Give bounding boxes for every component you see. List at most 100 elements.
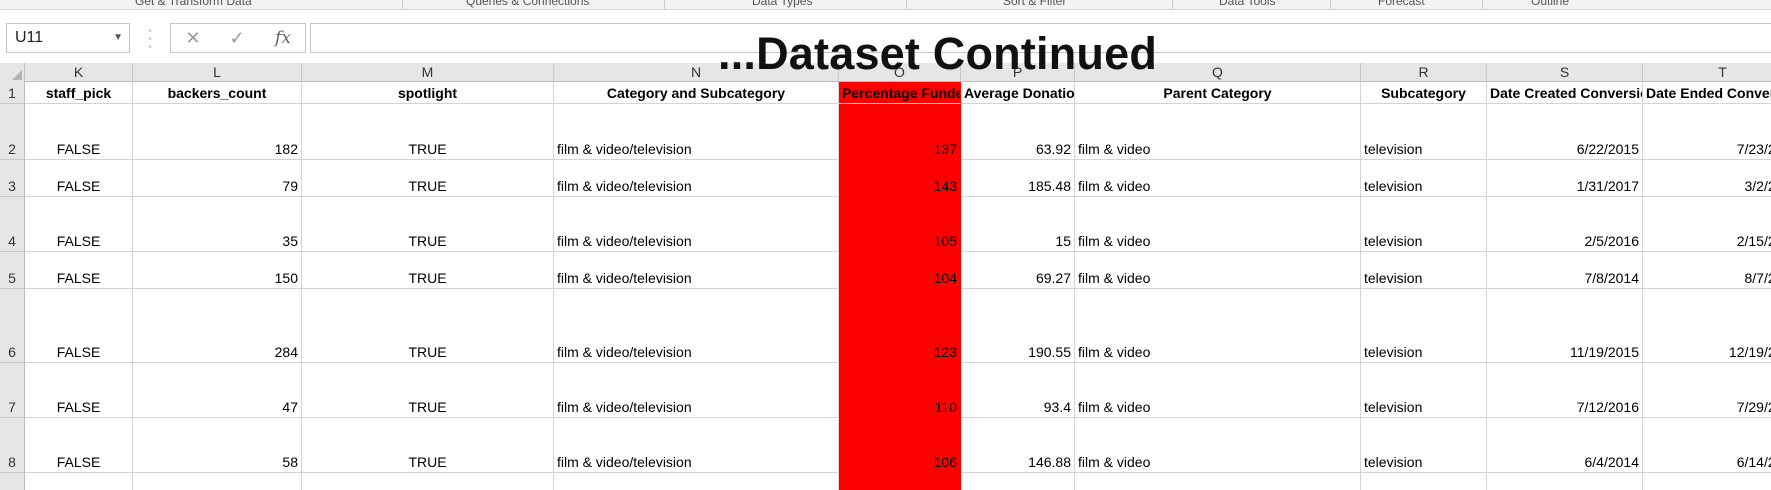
table-cell[interactable]: film & video/television: [554, 197, 839, 252]
table-cell[interactable]: 63.92: [961, 104, 1075, 160]
table-cell[interactable]: TRUE: [302, 363, 554, 418]
table-cell[interactable]: [1075, 473, 1361, 490]
column-title-cell[interactable]: staff_pick: [25, 82, 133, 104]
ribbon-group-forecast[interactable]: Forecast: [1378, 0, 1425, 8]
table-cell[interactable]: film & video/television: [554, 252, 839, 289]
table-cell[interactable]: television: [1361, 363, 1487, 418]
table-cell[interactable]: 182: [133, 104, 302, 160]
table-cell[interactable]: film & video: [1075, 197, 1361, 252]
more-options-icon[interactable]: · · ·: [146, 23, 154, 55]
row-header[interactable]: 8: [0, 418, 25, 473]
column-title-cell[interactable]: Percentage Funded: [839, 82, 961, 104]
column-title-cell[interactable]: Category and Subcategory: [554, 82, 839, 104]
row-header[interactable]: 1: [0, 82, 25, 104]
ribbon-group-data-types[interactable]: Data Types: [752, 0, 812, 8]
table-cell[interactable]: television: [1361, 197, 1487, 252]
table-cell[interactable]: 185.48: [961, 160, 1075, 197]
row-header[interactable]: 4: [0, 197, 25, 252]
table-cell[interactable]: 3/2/2017: [1643, 160, 1771, 197]
table-cell[interactable]: TRUE: [302, 289, 554, 363]
table-cell[interactable]: film & video: [1075, 160, 1361, 197]
table-cell[interactable]: 106: [839, 418, 961, 473]
table-cell[interactable]: 69.27: [961, 252, 1075, 289]
table-cell[interactable]: TRUE: [302, 418, 554, 473]
table-cell[interactable]: [1487, 473, 1643, 490]
column-header-l[interactable]: L: [133, 63, 302, 82]
table-cell[interactable]: FALSE: [25, 418, 133, 473]
table-cell[interactable]: television: [1361, 418, 1487, 473]
column-title-cell[interactable]: Parent Category: [1075, 82, 1361, 104]
table-cell[interactable]: 123: [839, 289, 961, 363]
table-cell[interactable]: 143: [839, 160, 961, 197]
column-title-cell[interactable]: spotlight: [302, 82, 554, 104]
row-header[interactable]: 9: [0, 473, 25, 490]
table-cell[interactable]: [133, 473, 302, 490]
table-cell[interactable]: TRUE: [302, 197, 554, 252]
table-cell[interactable]: film & video/television: [554, 160, 839, 197]
table-cell[interactable]: [25, 473, 133, 490]
row-header[interactable]: 7: [0, 363, 25, 418]
table-cell[interactable]: 15: [961, 197, 1075, 252]
table-cell[interactable]: FALSE: [25, 197, 133, 252]
table-cell[interactable]: FALSE: [25, 160, 133, 197]
enter-icon[interactable]: ✓: [219, 24, 255, 52]
table-cell[interactable]: 58: [133, 418, 302, 473]
table-cell[interactable]: 137: [839, 104, 961, 160]
table-cell[interactable]: film & video/television: [554, 363, 839, 418]
table-cell[interactable]: television: [1361, 104, 1487, 160]
insert-function-icon[interactable]: fx: [265, 24, 301, 52]
table-cell[interactable]: 110: [839, 363, 961, 418]
table-cell[interactable]: film & video/television: [554, 289, 839, 363]
table-cell[interactable]: 11/19/2015: [1487, 289, 1643, 363]
table-cell[interactable]: FALSE: [25, 252, 133, 289]
table-cell[interactable]: television: [1361, 289, 1487, 363]
table-cell[interactable]: 2/5/2016: [1487, 197, 1643, 252]
table-cell[interactable]: television: [1361, 252, 1487, 289]
table-cell[interactable]: [554, 473, 839, 490]
table-cell[interactable]: 35: [133, 197, 302, 252]
table-cell[interactable]: 104: [839, 252, 961, 289]
ribbon-group-get-transform[interactable]: Get & Transform Data: [135, 0, 252, 8]
table-cell[interactable]: 6/22/2015: [1487, 104, 1643, 160]
table-cell[interactable]: 6/4/2014: [1487, 418, 1643, 473]
table-cell[interactable]: 150: [133, 252, 302, 289]
column-header-m[interactable]: M: [302, 63, 554, 82]
table-cell[interactable]: FALSE: [25, 363, 133, 418]
row-header[interactable]: 3: [0, 160, 25, 197]
table-cell[interactable]: [1643, 473, 1771, 490]
table-cell[interactable]: 1/31/2017: [1487, 160, 1643, 197]
column-header-r[interactable]: R: [1361, 63, 1487, 82]
table-cell[interactable]: 79: [133, 160, 302, 197]
table-cell[interactable]: television: [1361, 160, 1487, 197]
column-title-cell[interactable]: Date Created Conversion: [1487, 82, 1643, 104]
ribbon-group-data-tools[interactable]: Data Tools: [1219, 0, 1275, 8]
chevron-down-icon[interactable]: ▼: [113, 24, 123, 52]
table-cell[interactable]: 7/23/2015: [1643, 104, 1771, 160]
table-cell[interactable]: TRUE: [302, 160, 554, 197]
cancel-icon[interactable]: ✕: [175, 24, 211, 52]
table-cell[interactable]: film & video/television: [554, 418, 839, 473]
row-header[interactable]: 6: [0, 289, 25, 363]
table-cell[interactable]: film & video: [1075, 418, 1361, 473]
table-cell[interactable]: 93.4: [961, 363, 1075, 418]
table-cell[interactable]: [302, 473, 554, 490]
table-cell[interactable]: 146.88: [961, 418, 1075, 473]
column-title-cell[interactable]: Subcategory: [1361, 82, 1487, 104]
table-cell[interactable]: 8/7/2014: [1643, 252, 1771, 289]
table-cell[interactable]: [839, 473, 961, 490]
table-cell[interactable]: 7/12/2016: [1487, 363, 1643, 418]
ribbon-group-queries[interactable]: Queries & Connections: [466, 0, 589, 8]
table-cell[interactable]: 6/14/2014: [1643, 418, 1771, 473]
column-header-k[interactable]: K: [25, 63, 133, 82]
table-cell[interactable]: 2/15/2016: [1643, 197, 1771, 252]
table-cell[interactable]: [961, 473, 1075, 490]
table-cell[interactable]: film & video: [1075, 289, 1361, 363]
table-cell[interactable]: film & video: [1075, 104, 1361, 160]
row-header[interactable]: 5: [0, 252, 25, 289]
table-cell[interactable]: film & video: [1075, 363, 1361, 418]
table-cell[interactable]: 284: [133, 289, 302, 363]
select-all-button[interactable]: [0, 63, 25, 82]
table-cell[interactable]: film & video/television: [554, 104, 839, 160]
table-cell[interactable]: 12/19/2015: [1643, 289, 1771, 363]
table-cell[interactable]: TRUE: [302, 104, 554, 160]
